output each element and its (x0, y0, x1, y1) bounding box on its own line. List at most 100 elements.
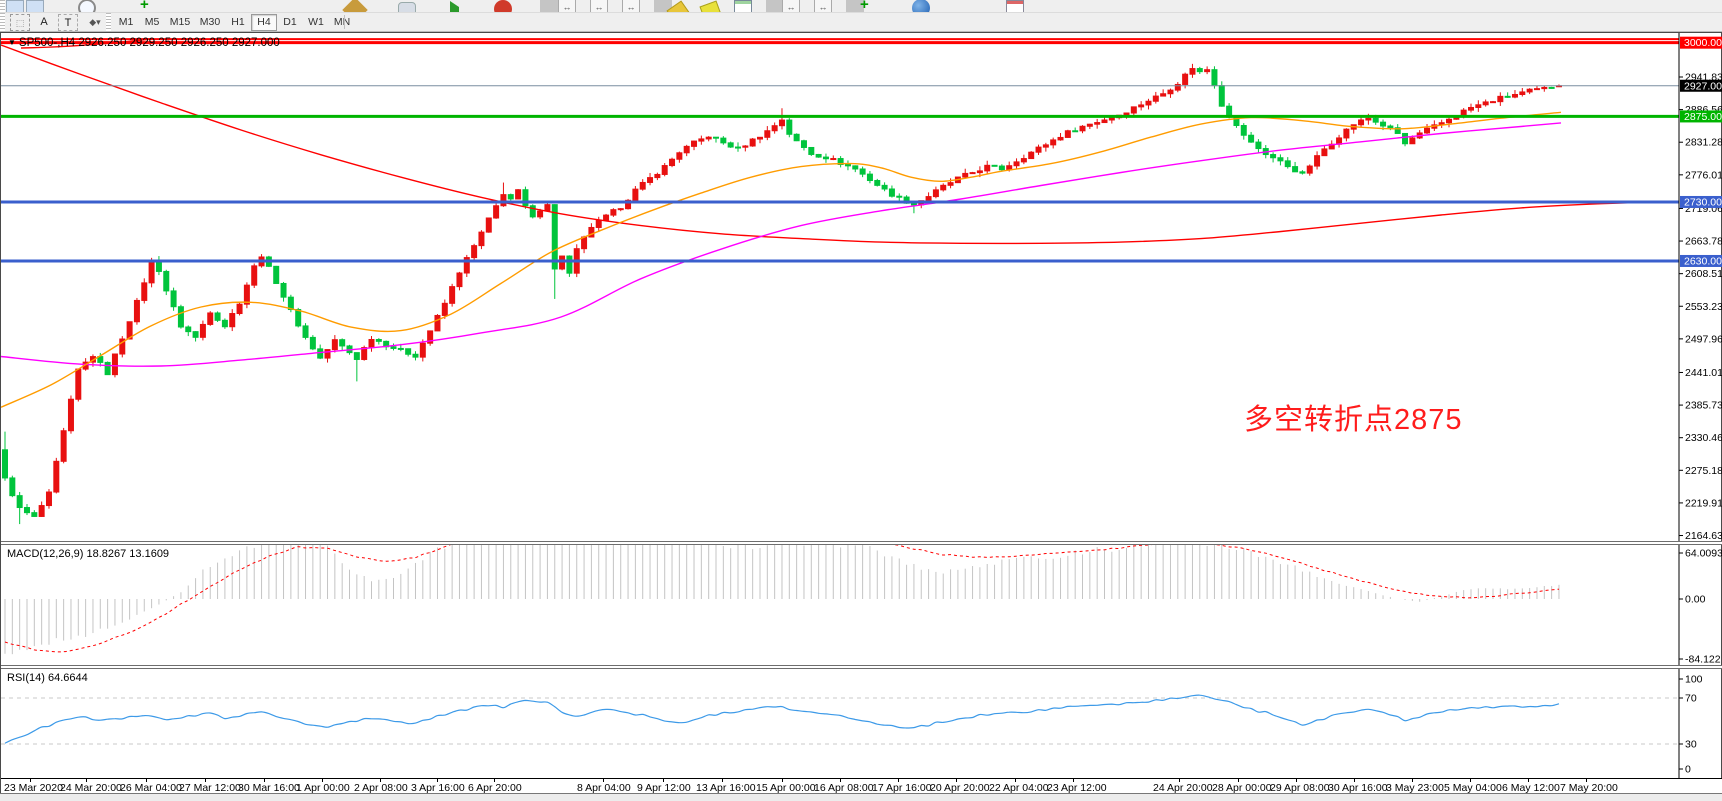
main-price-chart[interactable]: 2941.8352886.5602831.2852776.0102719.060… (1, 33, 1722, 541)
time-axis-tick (1238, 779, 1239, 782)
candle-body (655, 174, 660, 177)
window-icon[interactable] (6, 0, 24, 13)
toolbar-grip[interactable] (0, 0, 5, 13)
timeframe-button-d1[interactable]: D1 (277, 14, 303, 31)
candle-body (1256, 142, 1261, 148)
candle-body (538, 211, 543, 217)
candle-body (1051, 140, 1056, 145)
calendar-icon[interactable] (1006, 0, 1024, 13)
timeframe-button-h1[interactable]: H1 (225, 14, 251, 31)
macd-indicator-panel[interactable]: 64.00930.00-84.122 (1, 545, 1722, 665)
chart-annotation-text: 多空转折点2875 (1244, 396, 1463, 438)
candle-body (1139, 105, 1144, 107)
candle-body (926, 197, 931, 201)
candle-body (1285, 161, 1290, 167)
candle-body (1124, 113, 1129, 115)
tile-window-icon[interactable]: ↔ (558, 0, 576, 13)
price-axis-label: 2164.635 (1685, 530, 1722, 541)
candle-body (420, 343, 425, 357)
rsi-label: RSI(14) 64.6644 (7, 672, 88, 684)
collapse-arrow-icon[interactable]: ▼ (8, 38, 16, 47)
time-axis-tick (146, 779, 147, 782)
candle-body (875, 181, 880, 186)
chart-window[interactable]: 2941.8352886.5602831.2852776.0102719.060… (0, 32, 1722, 793)
candle-body (1058, 137, 1063, 139)
timeframe-button-h4[interactable]: H4 (251, 14, 277, 31)
candle-body (1087, 124, 1092, 126)
price-axis-label: 2275.185 (1685, 465, 1722, 477)
candle-body (831, 159, 836, 160)
brush-icon[interactable] (699, 0, 722, 13)
stop-icon[interactable] (494, 0, 512, 13)
candle-body (1425, 128, 1430, 133)
candle-body (215, 313, 220, 320)
candle-body (1476, 105, 1481, 108)
candle-body (391, 347, 396, 349)
candle-body (3, 450, 8, 478)
candle-body (406, 349, 411, 355)
toolbar-grip[interactable] (0, 13, 5, 32)
candle-body (1373, 118, 1378, 122)
candle-body (933, 190, 938, 197)
crosshair-tool-button[interactable]: ⬚ (10, 14, 30, 31)
timeframe-button-m15[interactable]: M15 (165, 14, 195, 31)
candle-body (779, 120, 784, 126)
candle-body (999, 166, 1004, 170)
tile-window-icon[interactable]: ↔ (622, 0, 640, 13)
zoom-icon[interactable] (78, 0, 96, 13)
timeframe-button-m5[interactable]: M5 (139, 14, 165, 31)
candle-body (1073, 131, 1078, 132)
globe-icon[interactable] (912, 0, 930, 13)
price-flag-label: 3000.000 (1684, 37, 1722, 49)
table-icon[interactable] (734, 0, 752, 13)
timeframe-button-mn[interactable]: MN (329, 14, 355, 31)
time-axis-tick (1073, 779, 1074, 782)
chart-icon[interactable] (26, 0, 44, 13)
time-axis-tick (956, 779, 957, 782)
time-axis-tick (1179, 779, 1180, 782)
shapes-tool-button[interactable]: ◆▾ (82, 14, 108, 31)
candle-body (1490, 102, 1495, 103)
price-axis-label: 2608.510 (1685, 268, 1722, 280)
candle-body (670, 159, 675, 165)
play-icon[interactable] (450, 1, 468, 13)
rsi-indicator-panel[interactable]: 10070300 (1, 669, 1722, 778)
candle-body (787, 120, 792, 134)
separator-icon (540, 0, 558, 13)
candle-body (545, 205, 550, 211)
text-tool-button[interactable]: A (34, 14, 54, 31)
candle-body (611, 210, 616, 215)
tile-window-icon[interactable]: ↔ (590, 0, 608, 13)
candle-body (281, 283, 286, 297)
price-axis-label: 2330.460 (1685, 432, 1722, 444)
candle-body (457, 273, 462, 287)
arrange-icon[interactable]: ↔ (814, 0, 832, 13)
price-flag-label: 2927.000 (1684, 80, 1722, 92)
time-axis[interactable]: 23 Mar 202024 Mar 20:0026 Mar 04:0027 Ma… (1, 778, 1722, 794)
candle-body (1249, 135, 1254, 142)
arrange-icon[interactable]: ↔ (782, 0, 800, 13)
candle-body (1498, 96, 1503, 101)
add-indicator-icon[interactable]: + (860, 0, 878, 12)
autotrade-icon[interactable] (398, 2, 416, 13)
price-flag-label: 2875.000 (1684, 111, 1722, 123)
candle-body (1168, 90, 1173, 94)
candle-body (1359, 120, 1364, 125)
add-chart-icon[interactable]: + (140, 0, 158, 12)
toolbar-grip[interactable] (106, 13, 111, 32)
label-tool-button[interactable]: T (58, 14, 78, 31)
timeframe-button-m1[interactable]: M1 (113, 14, 139, 31)
candle-body (596, 220, 601, 227)
time-axis-tick (840, 779, 841, 782)
candle-body (494, 206, 499, 218)
timeframe-button-w1[interactable]: W1 (303, 14, 329, 31)
ma-mid-magenta (1, 123, 1561, 366)
compass-icon[interactable] (342, 0, 367, 13)
candle-body (1014, 162, 1019, 166)
candle-body (648, 178, 653, 183)
timeframe-button-m30[interactable]: M30 (195, 14, 225, 31)
candle-body (809, 147, 814, 154)
time-axis-tick (322, 779, 323, 782)
candle-body (501, 195, 506, 206)
time-axis-tick (205, 779, 206, 782)
